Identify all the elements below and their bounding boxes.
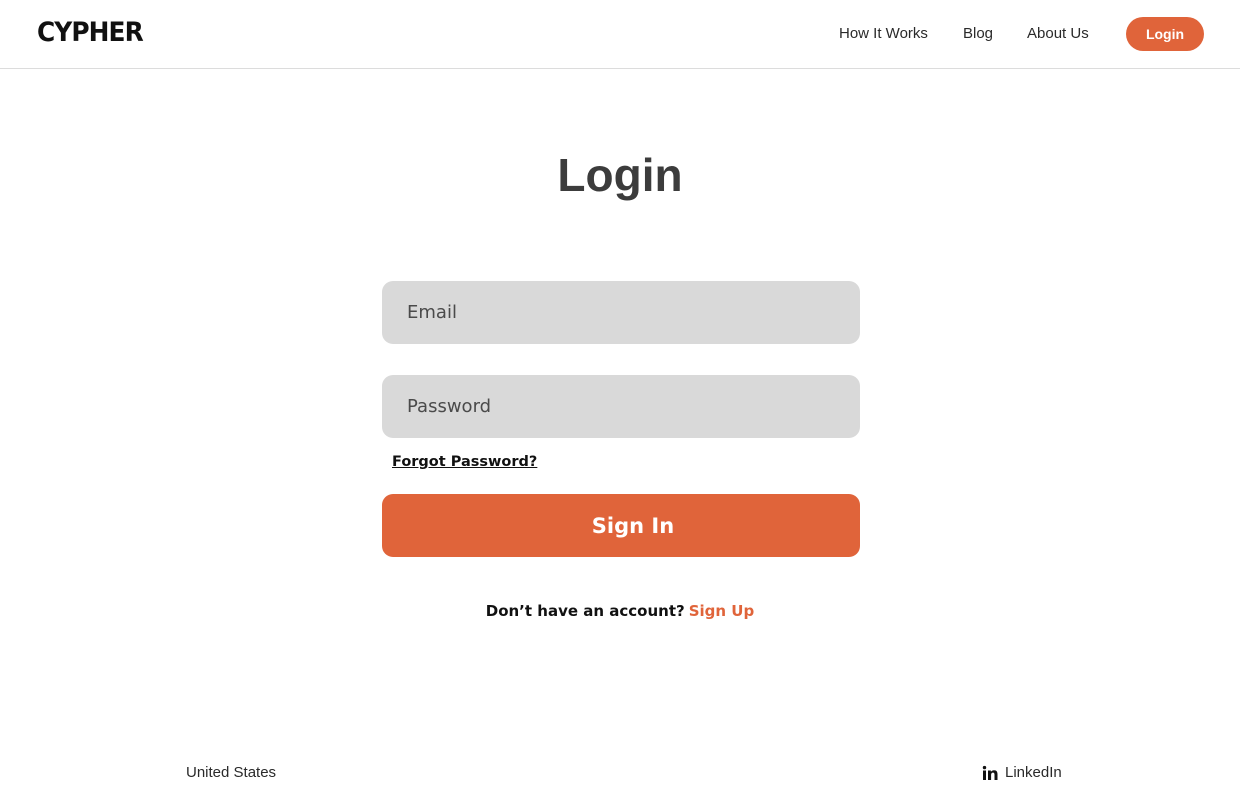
logo-text: CYPHER [37, 17, 144, 48]
password-field[interactable] [382, 375, 860, 438]
sign-in-button[interactable]: Sign In [382, 494, 860, 557]
sign-up-link[interactable]: Sign Up [689, 602, 755, 620]
footer-linkedin-link[interactable]: LinkedIn [982, 763, 1062, 783]
signup-prompt: Don’t have an account? [485, 602, 685, 620]
nav-login-button[interactable]: Login [1126, 17, 1204, 51]
nav-blog[interactable]: Blog [963, 23, 993, 45]
login-page: CYPHER How It Works Blog About Us Login … [0, 0, 1240, 804]
linkedin-icon [982, 765, 998, 780]
linkedin-label: LinkedIn [1005, 764, 1062, 781]
signup-row: Don’t have an account? Sign Up [0, 600, 1240, 622]
footer-country: United States [186, 764, 277, 781]
top-nav-bar: CYPHER How It Works Blog About Us Login [0, 0, 1240, 69]
cypher-logo[interactable]: CYPHER [37, 18, 152, 48]
email-field[interactable] [382, 281, 860, 344]
forgot-password-link[interactable]: Forgot Password? [392, 452, 537, 472]
nav-how-it-works[interactable]: How It Works [839, 23, 928, 45]
nav-about-us[interactable]: About Us [1027, 23, 1089, 45]
page-title: Login [557, 149, 683, 201]
